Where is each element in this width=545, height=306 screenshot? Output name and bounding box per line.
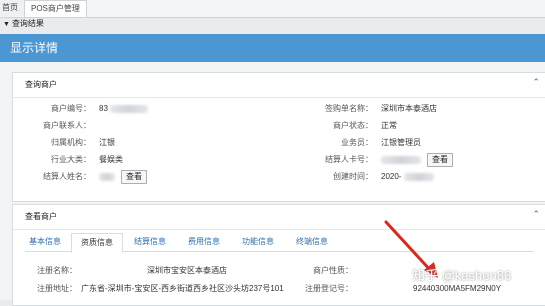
value-org: 江银 — [99, 138, 115, 147]
label-status: 商户状态： — [333, 121, 373, 130]
subtab-settlement[interactable]: 结算信息 — [125, 233, 175, 251]
caret-down-icon: ▼ — [3, 21, 10, 28]
detail-panel: 查看商户 ⌃ 基本信息 资质信息 结算信息 费用信息 功能信息 终端信息 注册名… — [12, 204, 545, 306]
row-settle-name: 结算人姓名： 查看 创建时间： 2020- — [13, 169, 545, 185]
view-name-button[interactable]: 查看 — [121, 170, 147, 184]
label-nature: 商户性质： — [313, 266, 353, 275]
modal-header: 显示详情 — [0, 34, 545, 62]
value-merchant-no: 83 — [99, 101, 149, 117]
subtab-bar: 基本信息 资质信息 结算信息 费用信息 功能信息 终端信息 — [25, 233, 534, 253]
row-contact: 商户联系人： 商户状态： 正常 — [13, 118, 545, 134]
value-category: 餐娱类 — [99, 155, 123, 164]
value-card-no — [381, 152, 421, 168]
merchant-panel-title: 查询商户 — [13, 73, 545, 98]
label-settle-name: 结算人姓名： — [43, 172, 91, 181]
row-org: 归属机构： 江银 业务员： 江银管理员 — [13, 135, 545, 151]
value-reg-name: 深圳市宝安区本泰酒店 — [147, 266, 227, 275]
label-merchant-no: 商户编号： — [51, 104, 91, 113]
query-result-label: 查询结果 — [11, 19, 44, 28]
tab-bar: 首页 POS商户管理 — [0, 0, 545, 18]
label-reg-no: 注册登记号： — [305, 284, 353, 293]
watermark: 知乎 @kashen86 — [412, 268, 512, 283]
label-contact: 商户联系人： — [43, 121, 91, 130]
row-merchant-no: 商户编号： 83 签购单名称： 深圳市本泰酒店 — [13, 101, 545, 117]
subtab-features[interactable]: 功能信息 — [233, 233, 283, 251]
value-salesman: 江银管理员 — [381, 138, 421, 147]
label-created: 创建时间： — [333, 172, 373, 181]
label-salesman: 业务员： — [341, 138, 373, 147]
label-card-no: 结算人卡号： — [325, 155, 373, 164]
row-category: 行业大类： 餐娱类 结算人卡号： 查看 — [13, 152, 545, 168]
subtab-basic[interactable]: 基本信息 — [25, 233, 65, 251]
query-result-toggle[interactable]: ▼ 查询结果 — [3, 18, 44, 29]
value-sign-name: 深圳市本泰酒店 — [381, 104, 437, 113]
label-sign-name: 签购单名称： — [325, 104, 373, 113]
view-card-button[interactable]: 查看 — [427, 153, 453, 167]
label-org: 归属机构： — [51, 138, 91, 147]
value-settle-name — [99, 169, 115, 185]
label-reg-addr: 注册地址： — [37, 284, 77, 293]
label-reg-name: 注册名称： — [37, 266, 77, 275]
value-status: 正常 — [381, 121, 397, 130]
detail-panel-title: 查看商户 — [13, 205, 545, 230]
value-created: 2020- — [381, 169, 434, 185]
subtab-qualification[interactable]: 资质信息 — [71, 233, 123, 253]
tab-pos-merchant[interactable]: POS商户管理 — [24, 0, 87, 17]
chevron-up-icon[interactable]: ⌃ — [532, 209, 540, 220]
modal-title: 显示详情 — [10, 41, 59, 55]
subtab-fees[interactable]: 费用信息 — [179, 233, 229, 251]
subtab-terminal[interactable]: 终端信息 — [287, 233, 337, 251]
value-reg-addr: 广东省-深圳市-宝安区-西乡街道西乡社区沙头坊237号101 — [81, 284, 284, 293]
chevron-up-icon[interactable]: ⌃ — [532, 77, 540, 88]
merchant-panel: 查询商户 ⌃ 商户编号： 83 签购单名称： 深圳市本泰酒店 商户联系人： 商户… — [12, 72, 545, 202]
label-category: 行业大类： — [51, 155, 91, 164]
